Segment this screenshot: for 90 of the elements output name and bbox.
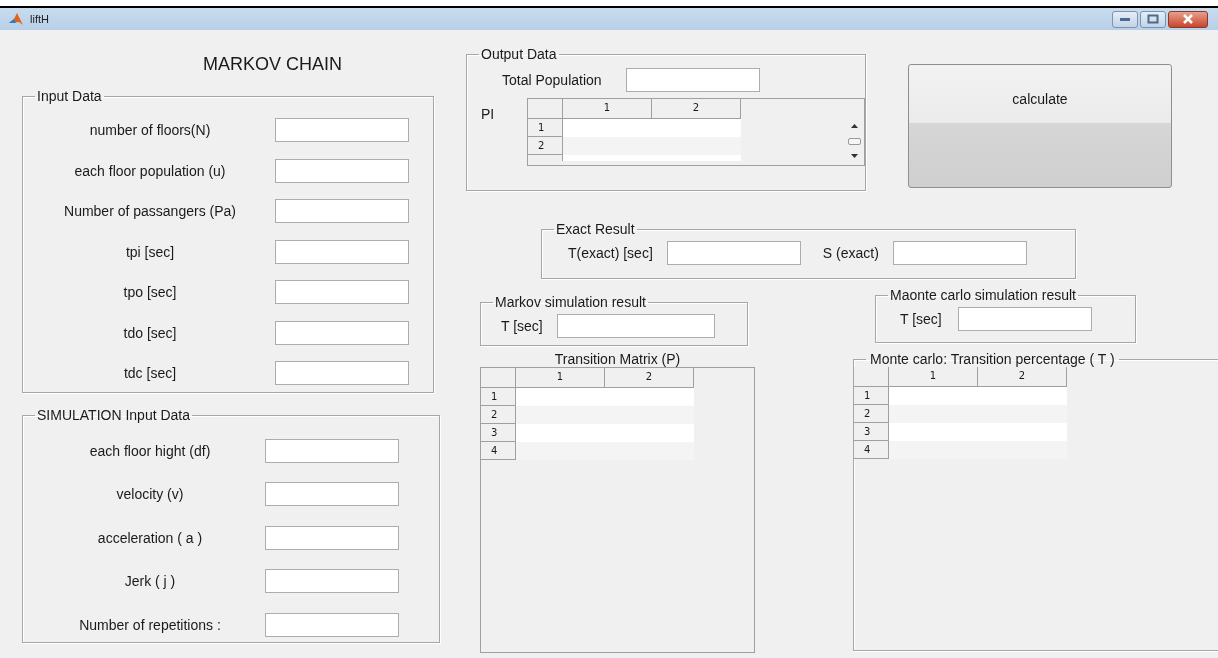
scroll-down-icon[interactable] — [850, 154, 858, 159]
input-field[interactable] — [957, 307, 1092, 331]
row-header[interactable]: 4 — [481, 442, 516, 460]
row-header[interactable]: 2 — [854, 405, 889, 423]
input-field[interactable] — [265, 569, 399, 594]
table-title: Monte carlo: Transition percentage ( T ) — [869, 351, 1116, 367]
data-table[interactable]: 1 2 1 2 — [527, 98, 865, 166]
table-label: PI — [481, 106, 496, 124]
input-field[interactable] — [275, 361, 409, 386]
field-label: T [sec] — [501, 318, 543, 334]
table-cell[interactable] — [652, 119, 741, 137]
row-header[interactable]: 1 — [854, 387, 889, 405]
field-label: tpo [sec] — [122, 284, 178, 301]
table-cell[interactable] — [889, 387, 978, 405]
panel-title: Exact Result — [555, 221, 636, 237]
input-field[interactable] — [625, 68, 760, 92]
field-label: Number of passangers (Pa) — [63, 203, 237, 220]
row-header[interactable]: 3 — [481, 424, 516, 442]
row-header[interactable]: 1 — [481, 388, 516, 406]
column-header[interactable]: 1 — [563, 99, 652, 119]
row-header[interactable]: 1 — [528, 119, 563, 137]
row-header[interactable]: 2 — [481, 406, 516, 424]
input-field[interactable] — [666, 241, 801, 265]
app-icon — [8, 11, 24, 27]
minimize-button[interactable] — [1112, 10, 1138, 28]
table-cell[interactable] — [516, 388, 605, 406]
column-header[interactable]: 1 — [889, 367, 978, 387]
input-field[interactable] — [265, 612, 399, 637]
table-cell[interactable] — [605, 388, 694, 406]
input-field[interactable] — [892, 241, 1027, 265]
data-table[interactable]: 1 2 1 2 3 4 — [480, 367, 755, 653]
minimize-icon — [1119, 16, 1131, 22]
table-cell[interactable] — [516, 442, 605, 460]
table-title: Transition Matrix (P) — [553, 351, 682, 367]
input-field[interactable] — [275, 199, 409, 224]
field-label: Number of repetitions : — [78, 616, 222, 633]
input-field[interactable] — [275, 320, 409, 345]
scrollbar[interactable] — [848, 123, 860, 159]
field-label: T(exact) [sec] — [568, 245, 653, 261]
table-cell[interactable] — [889, 423, 978, 441]
table-cell[interactable] — [516, 406, 605, 424]
input-field[interactable] — [556, 314, 715, 338]
data-table[interactable]: 1 2 1 2 3 4 — [854, 367, 1218, 645]
field-label: number of floors(N) — [88, 122, 212, 139]
input-field[interactable] — [275, 239, 409, 264]
field-label: T [sec] — [900, 311, 942, 327]
maximize-button[interactable] — [1140, 10, 1166, 28]
table-cell[interactable] — [563, 137, 652, 155]
input-field[interactable] — [265, 525, 399, 550]
column-header[interactable]: 1 — [516, 368, 605, 388]
close-button[interactable] — [1168, 10, 1208, 28]
column-header[interactable]: 2 — [978, 367, 1067, 387]
table-cell[interactable] — [516, 424, 605, 442]
field-label: each floor hight (df) — [88, 442, 212, 459]
heading: MARKOV CHAIN — [203, 54, 344, 76]
scroll-up-icon[interactable] — [850, 123, 858, 128]
calculate-button[interactable]: calculate — [908, 64, 1172, 188]
row-header[interactable]: 3 — [854, 423, 889, 441]
table-cell[interactable] — [978, 387, 1067, 405]
panel-title: Input Data — [36, 88, 103, 104]
input-field[interactable] — [275, 280, 409, 305]
field-label: tpi [sec] — [124, 243, 176, 260]
table-cell[interactable] — [563, 119, 652, 137]
panel-title: Maonte carlo simulation result — [889, 287, 1077, 303]
table-corner — [528, 99, 563, 119]
table-cell[interactable] — [889, 405, 978, 423]
column-header[interactable]: 2 — [605, 368, 694, 388]
field-label: velocity (v) — [115, 486, 185, 503]
panel-title: SIMULATION Input Data — [36, 407, 191, 423]
field-label: S (exact) — [822, 245, 879, 261]
input-field[interactable] — [275, 118, 409, 143]
input-field[interactable] — [275, 158, 409, 183]
panel-title: Output Data — [480, 46, 558, 62]
field-label: acceleration ( a ) — [96, 529, 204, 546]
panel-title: Markov simulation result — [494, 294, 647, 310]
row-header[interactable]: 2 — [528, 137, 563, 155]
maximize-icon — [1147, 14, 1159, 24]
table-corner — [481, 368, 516, 388]
input-field[interactable] — [265, 438, 399, 463]
column-header[interactable]: 2 — [652, 99, 741, 119]
field-label: tdo [sec] — [122, 324, 178, 341]
row-header[interactable]: 4 — [854, 441, 889, 459]
close-icon — [1182, 14, 1194, 24]
window-title: liftH — [30, 13, 49, 25]
field-label: Total Population — [502, 72, 602, 88]
field-label: each floor population (u) — [73, 162, 227, 179]
table-cell[interactable] — [889, 441, 978, 459]
field-label: Jerk ( j ) — [123, 573, 177, 590]
field-label: tdc [sec] — [122, 365, 178, 382]
input-field[interactable] — [265, 482, 399, 507]
